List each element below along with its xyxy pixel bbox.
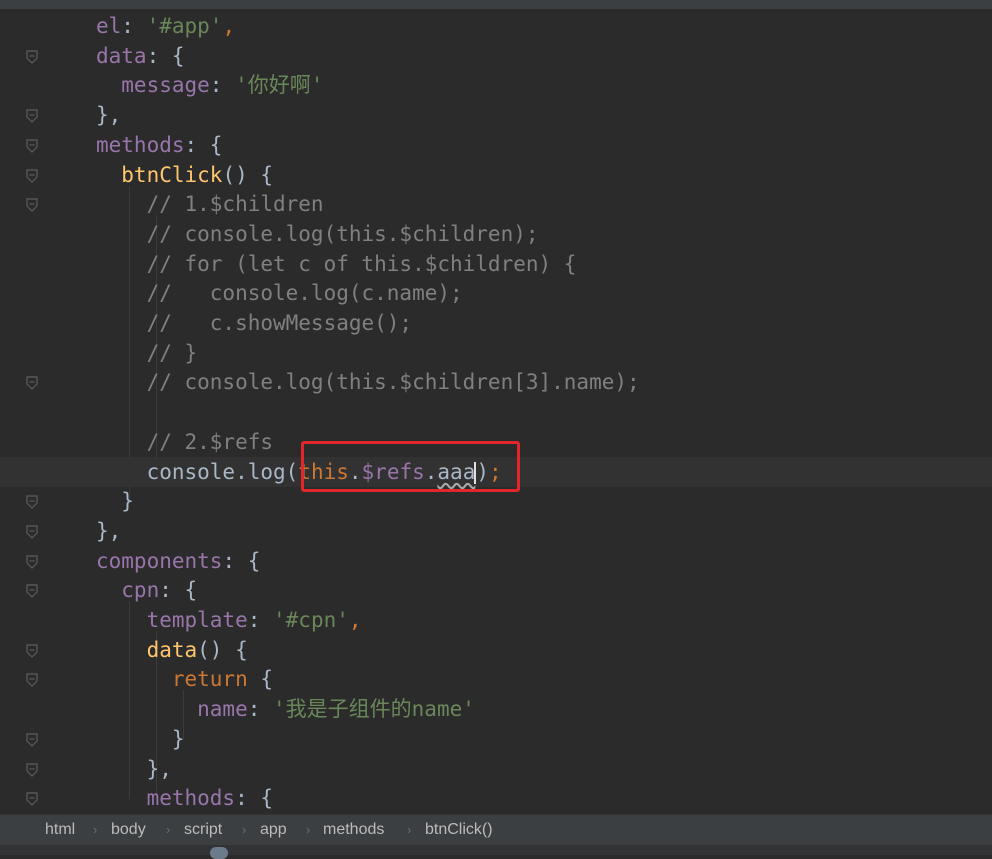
code-token: : <box>209 73 236 98</box>
code-line[interactable]: // 2.$refs <box>96 427 273 457</box>
code-token: // console.log(this.$children[3].name); <box>96 370 640 395</box>
code-token: }, <box>96 103 122 128</box>
editor-tab[interactable] <box>0 0 330 9</box>
code-token: : { <box>159 578 198 603</box>
code-token: el <box>96 14 122 38</box>
editor-tab-active[interactable] <box>365 0 695 9</box>
code-token: return <box>96 667 248 692</box>
code-line[interactable]: btnClick() { <box>96 160 273 190</box>
code-token: template <box>96 608 248 632</box>
code-token: // console.log(this.$children); <box>96 221 539 246</box>
breadcrumb-item-app[interactable]: app <box>260 815 287 845</box>
code-token: // for (let c of this.$children) { <box>96 251 577 276</box>
code-line[interactable]: template: '#cpn', <box>96 605 362 635</box>
code-line[interactable]: // } <box>96 338 198 368</box>
code-token: : { <box>222 548 261 573</box>
scroll-handle[interactable] <box>210 847 228 859</box>
code-token: '#app' <box>146 14 223 38</box>
breadcrumb-separator: › <box>306 822 311 837</box>
code-line[interactable]: return { <box>96 664 273 694</box>
code-line[interactable]: // console.log(this.$children[3].name); <box>96 367 640 397</box>
code-token: console.log( <box>96 459 299 484</box>
code-token: , <box>348 608 362 632</box>
code-token: methods <box>96 786 236 811</box>
code-line[interactable]: // for (let c of this.$children) { <box>96 249 577 279</box>
breadcrumb-separator: › <box>93 822 98 837</box>
code-line[interactable]: data: { <box>96 41 185 71</box>
code-token: () { <box>197 637 248 662</box>
editor-tab[interactable] <box>710 0 992 9</box>
highlight-annotation-box <box>301 441 520 492</box>
code-line[interactable]: el: '#app', <box>96 11 235 41</box>
code-line[interactable]: cpn: { <box>96 575 197 605</box>
breadcrumb-item-methods[interactable]: methods <box>323 815 384 845</box>
code-line[interactable]: data() { <box>96 635 248 665</box>
code-editor[interactable]: el: '#app', data: { message: '你好啊'}, metho… <box>0 9 992 814</box>
breadcrumb: html › body › script › app › methods › b… <box>0 814 992 845</box>
code-token: '你好啊' <box>235 73 324 98</box>
editor-tab-bar <box>0 0 992 9</box>
code-line[interactable]: message: '你好啊' <box>96 70 323 100</box>
breadcrumb-separator: › <box>407 822 412 837</box>
code-token: '#cpn' <box>273 608 349 632</box>
code-token: message <box>96 73 210 98</box>
breadcrumb-item-body[interactable]: body <box>111 815 146 845</box>
code-token: '我是子组件的name' <box>273 697 475 722</box>
code-token: // console.log(c.name); <box>96 281 463 306</box>
code-line[interactable]: // console.log(c.name); <box>96 278 463 308</box>
breadcrumb-separator: › <box>166 822 171 837</box>
code-line[interactable]: // 1.$children <box>96 189 324 219</box>
code-token: : <box>247 697 274 722</box>
code-line[interactable]: // c.showMessage(); <box>96 308 413 338</box>
code-token: : { <box>184 132 223 157</box>
code-line[interactable]: }, <box>96 516 121 546</box>
breadcrumb-item-html[interactable]: html <box>45 815 75 845</box>
code-token: // 2.$refs <box>96 429 274 454</box>
code-token: { <box>247 667 274 692</box>
code-line[interactable]: }, <box>96 100 121 130</box>
code-line[interactable]: methods: { <box>96 130 222 160</box>
code-token: btnClick <box>96 162 223 187</box>
code-token: methods <box>96 132 185 157</box>
code-token: // c.showMessage(); <box>96 311 413 335</box>
code-line[interactable]: } <box>96 724 185 754</box>
code-token: data <box>96 43 147 68</box>
code-token: : <box>247 608 274 632</box>
breadcrumb-separator: › <box>242 822 247 837</box>
code-token: : <box>121 14 147 38</box>
code-line[interactable]: name: '我是子组件的name' <box>96 694 475 724</box>
code-token: components <box>96 548 223 573</box>
code-token: data <box>96 637 198 662</box>
code-token: , <box>222 14 236 38</box>
code-line[interactable]: methods: { <box>96 783 273 813</box>
code-token: : { <box>235 786 274 811</box>
code-token: () { <box>222 162 274 187</box>
code-line[interactable]: }, <box>96 754 172 784</box>
code-line[interactable]: // console.log(this.$children); <box>96 219 539 249</box>
code-token: }, <box>96 756 172 781</box>
code-token: name <box>96 697 248 722</box>
code-token: // } <box>96 340 198 365</box>
bottom-panel-strip <box>0 845 992 855</box>
code-token: // 1.$children <box>96 192 324 217</box>
breadcrumb-item-btnclick[interactable]: btnClick() <box>425 815 493 845</box>
code-token: }, <box>96 518 122 543</box>
breadcrumb-item-script[interactable]: script <box>184 815 222 845</box>
code-token: } <box>96 489 134 514</box>
code-token: cpn <box>96 578 160 603</box>
code-line[interactable]: } <box>96 486 134 516</box>
code-token: : { <box>146 43 185 68</box>
code-token: } <box>96 726 185 751</box>
code-line[interactable]: components: { <box>96 546 260 576</box>
